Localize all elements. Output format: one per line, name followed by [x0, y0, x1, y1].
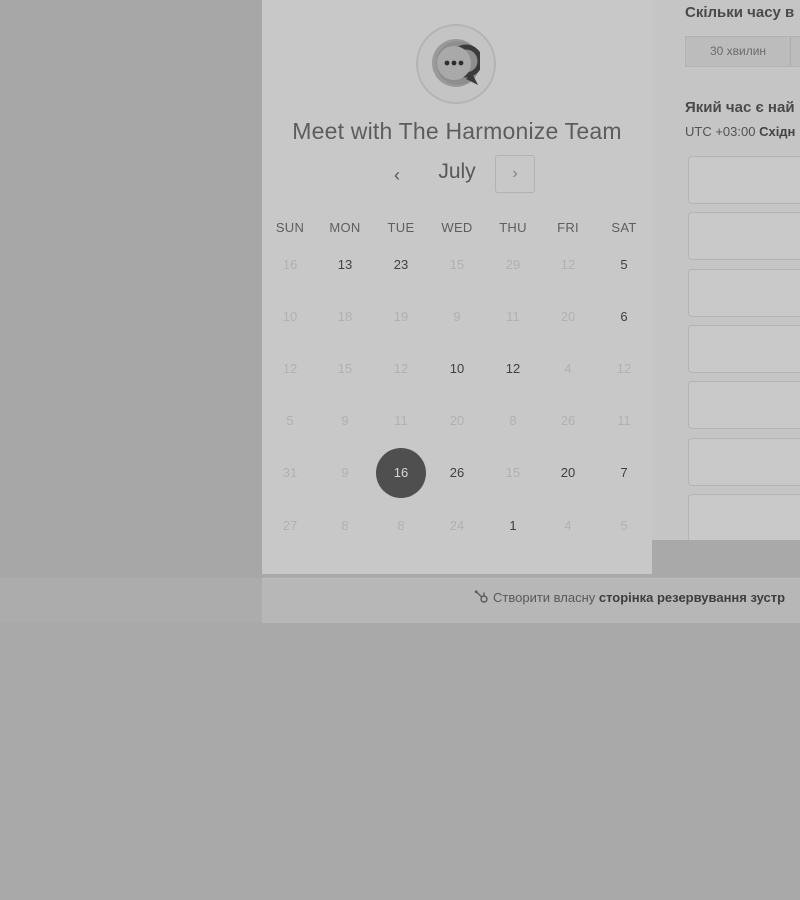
calendar-day: 8 [341, 518, 349, 533]
current-month: July [438, 160, 476, 183]
weekday-fri: FRI [557, 220, 579, 235]
calendar-day: 18 [337, 309, 353, 324]
calendar-day: 16 [282, 257, 298, 272]
footer-link[interactable]: сторінка резервування зустр [599, 590, 785, 605]
weekday-mon: MON [329, 220, 361, 235]
calendar-day: 15 [337, 361, 353, 376]
calendar-day: 11 [394, 413, 408, 428]
calendar-day[interactable]: 23 [381, 245, 421, 285]
hubspot-sprocket-icon [474, 590, 490, 604]
calendar-day: 29 [505, 257, 521, 272]
calendar-day[interactable]: 12 [493, 349, 533, 389]
calendar-day[interactable]: 7 [604, 453, 644, 493]
calendar-day: 12 [282, 361, 298, 376]
calendar-day: 12 [560, 257, 576, 272]
next-month-button[interactable]: › [495, 155, 535, 193]
footer: Створити власну сторінка резервування зу… [0, 578, 800, 623]
calendar-day: 8 [509, 413, 517, 428]
selected-day[interactable]: 16 [376, 448, 426, 498]
calendar-day: 11 [617, 413, 631, 428]
time-slot-button[interactable] [688, 268, 800, 317]
duration-30-button[interactable]: 30 хвилин [686, 37, 791, 66]
calendar-day: 27 [282, 518, 298, 533]
time-slot-button[interactable] [688, 493, 800, 540]
time-slot-button[interactable] [688, 156, 800, 204]
calendar-day[interactable]: 20 [548, 453, 588, 493]
duration-heading: Скільки часу в [685, 4, 795, 21]
footer-text[interactable]: Створити власну сторінка резервування зу… [474, 590, 785, 605]
calendar-day[interactable]: 10 [437, 349, 477, 389]
calendar-card: Meet with The Harmonize Team ‹ July › SU… [262, 0, 652, 574]
calendar-day[interactable]: 6 [604, 297, 644, 337]
weekday-sun: SUN [275, 220, 305, 235]
calendar-day: 24 [449, 518, 465, 533]
calendar-day: 19 [393, 309, 409, 324]
timezone-selector[interactable]: UTC +03:00 Східн [685, 124, 795, 139]
time-heading: Який час є най [685, 99, 795, 116]
footer-prefix: Створити власну [493, 590, 599, 605]
time-slot-button[interactable] [688, 381, 800, 430]
calendar-day: 20 [449, 413, 465, 428]
chat-bubble-icon [432, 39, 480, 87]
calendar-day[interactable]: 13 [325, 245, 365, 285]
scheduling-options-pane: Скільки часу в 30 хвилин Який час є най … [652, 0, 800, 540]
page-background [0, 0, 262, 578]
calendar-day[interactable]: 26 [437, 453, 477, 493]
calendar-day: 26 [560, 413, 576, 428]
calendar-day: 5 [620, 518, 628, 533]
time-slot-button[interactable] [688, 212, 800, 261]
timezone-offset: UTC +03:00 [685, 124, 760, 139]
footer-bar: Створити власну сторінка резервування зу… [262, 578, 800, 623]
weekday-wed: WED [441, 220, 473, 235]
calendar-day: 11 [506, 309, 520, 324]
calendar-day: 12 [616, 361, 632, 376]
duration-selector: 30 хвилин [685, 36, 800, 67]
calendar-day[interactable]: 5 [604, 245, 644, 285]
weekday-thu: THU [499, 220, 527, 235]
time-slot-button[interactable] [688, 437, 800, 486]
calendar-day: 8 [397, 518, 405, 533]
calendar-day: 10 [282, 309, 298, 324]
calendar-day: 9 [341, 465, 349, 480]
calendar-day: 9 [341, 413, 349, 428]
weekday-tue: TUE [387, 220, 415, 235]
calendar-day[interactable]: 1 [493, 506, 533, 546]
calendar-day: 5 [286, 413, 294, 428]
meeting-title: Meet with The Harmonize Team [292, 118, 622, 144]
calendar-day: 15 [505, 465, 521, 480]
calendar-day: 20 [560, 309, 576, 324]
calendar-day: 9 [453, 309, 461, 324]
month-navigation: ‹ July › [262, 154, 652, 196]
calendar-day: 4 [564, 361, 572, 376]
weekday-sat: SAT [611, 220, 637, 235]
prev-month-button[interactable]: ‹ [385, 162, 409, 188]
calendar-day: 31 [282, 465, 298, 480]
timezone-name: Східн [759, 124, 796, 139]
team-avatar [416, 24, 496, 104]
calendar-day: 12 [393, 361, 409, 376]
time-slot-button[interactable] [688, 324, 800, 373]
calendar-day: 4 [564, 518, 572, 533]
calendar-day: 15 [449, 257, 465, 272]
